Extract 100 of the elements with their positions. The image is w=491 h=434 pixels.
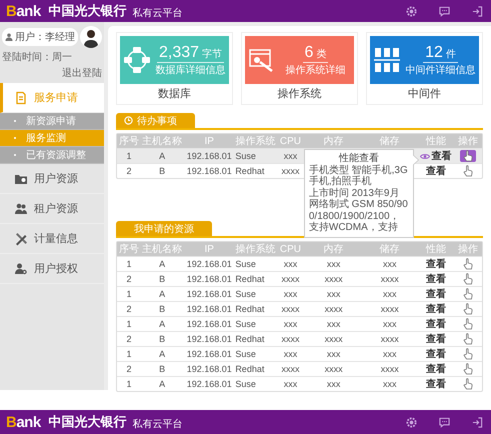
table-cell: 1 <box>126 379 132 389</box>
logout-icon[interactable] <box>472 6 483 16</box>
table-cell: 192.168.01 <box>186 349 232 359</box>
table-cell: xxxx <box>281 334 300 344</box>
view-link[interactable]: 查看 <box>426 302 446 316</box>
hand-pointer-icon <box>462 348 473 360</box>
table-cell: xxxx <box>281 274 300 284</box>
table-cell: xxx <box>382 259 396 269</box>
settings-icon[interactable] <box>406 416 417 428</box>
table-cell: xxx <box>284 259 298 269</box>
logout-link[interactable]: 退出登陆 <box>62 66 102 80</box>
hand-pointer-icon <box>462 165 473 177</box>
bank-name: 中国光大银行 <box>48 413 127 431</box>
view-link[interactable]: 查看 <box>426 347 446 361</box>
table-cell: Suse <box>235 259 256 269</box>
table-cell: Suse <box>235 151 256 161</box>
view-link[interactable]: 查看 <box>431 149 452 163</box>
table-cell: A <box>159 319 166 329</box>
hand-pointer-icon <box>462 363 473 375</box>
table-cell: xxx <box>284 151 298 161</box>
settings-icon[interactable] <box>406 6 417 16</box>
view-link[interactable]: 查看 <box>426 272 446 286</box>
table-cell: 1 <box>126 349 132 359</box>
stat-card[interactable]: 12 件 中间件详细信息 中间件 <box>366 32 483 105</box>
hand-pointer-icon <box>462 150 473 162</box>
hand-pointer-icon <box>462 303 473 315</box>
table-cell: Suse <box>235 319 256 329</box>
table-row[interactable]: 1 A 192.168.01 Suse xxx xxx xxx 查看 <box>117 316 482 331</box>
message-icon[interactable] <box>439 416 450 428</box>
table-row[interactable]: 1 A 192.168.01 Suse xxx xxx xxx 查看 <box>117 376 482 391</box>
stat-value: 12 <box>425 44 443 62</box>
table-cell: xxx <box>284 289 298 299</box>
table-cell: Redhat <box>235 334 264 344</box>
message-icon[interactable] <box>439 6 450 16</box>
view-link[interactable]: 查看 <box>426 164 446 178</box>
table-cell: xxxx <box>380 334 399 344</box>
table-cell: xxx <box>284 379 298 389</box>
logout-icon[interactable] <box>472 416 483 428</box>
stat-card[interactable]: 2,337 字节 数据库详细信息 数据库 <box>116 32 233 105</box>
table-cell: 2 <box>126 364 132 374</box>
stat-value: 2,337 <box>158 44 200 62</box>
table-cell: 192.168.01 <box>186 334 232 344</box>
table-row[interactable]: 2 B 192.168.01 Redhat xxxx xxxx xxxx 查看 <box>117 271 482 286</box>
view-link[interactable]: 查看 <box>426 332 446 346</box>
table-cell: A <box>159 349 166 359</box>
view-link[interactable]: 查看 <box>426 377 446 391</box>
table-cell: xxx <box>382 319 396 329</box>
card-label: 中间件 <box>408 87 441 101</box>
table-cell: xxxx <box>281 166 300 176</box>
table-cell: B <box>159 364 166 374</box>
servers-icon <box>373 46 401 74</box>
user-label: 用户：李经理 <box>2 28 78 46</box>
table-cell: xxxx <box>324 334 343 344</box>
table-row[interactable]: 1 A 192.168.01 Suse xxx xxx xxx 查看 <box>117 286 482 301</box>
table-cell: B <box>159 166 166 176</box>
table-cell: xxx <box>326 349 340 359</box>
table-cell: Suse <box>235 289 256 299</box>
stat-value: 6 <box>304 44 314 62</box>
table-cell: 192.168.01 <box>186 379 232 389</box>
table-cell: 1 <box>126 319 132 329</box>
table-cell: xxxx <box>324 304 343 314</box>
table-row[interactable]: 2 B 192.168.01 Redhat xxxx xxxx xxxx 查看 <box>117 301 482 316</box>
table-row[interactable]: 1 A 192.168.01 Suse xxx xxx xxx 查看 <box>117 346 482 361</box>
table-row[interactable]: 2 B 192.168.01 Redhat xxxx xxxx xxxx 查看 <box>117 361 482 376</box>
stat-card[interactable]: 6 类 操作系统详细 操作系统 <box>241 32 358 105</box>
table-cell: 2 <box>126 274 132 284</box>
table-cell: xxx <box>284 349 298 359</box>
view-link[interactable]: 查看 <box>426 317 446 331</box>
table-row[interactable]: 2 B 192.168.01 Redhat xxxx xxxx xxxx 查看 <box>117 331 482 346</box>
clock-icon <box>124 116 133 125</box>
table-cell: Redhat <box>235 166 264 176</box>
table-cell: A <box>159 379 166 389</box>
people-icon <box>14 202 28 216</box>
table-cell: 1 <box>126 151 132 161</box>
table-cell: Redhat <box>235 274 264 284</box>
view-link[interactable]: 查看 <box>426 287 446 301</box>
user-icon <box>5 33 13 41</box>
stat-caption: 中间件详细信息 <box>406 64 476 76</box>
card-label: 操作系统 <box>278 86 322 101</box>
stat-unit: 件 <box>446 48 456 60</box>
table-cell: Redhat <box>235 304 264 314</box>
hand-pointer-icon <box>462 333 473 345</box>
table-cell: 192.168.01 <box>186 319 232 329</box>
view-link[interactable]: 查看 <box>426 257 446 271</box>
table-cell: 2 <box>126 304 132 314</box>
tooltip-title: 性能查看 <box>338 153 380 164</box>
table-cell: Redhat <box>235 364 264 374</box>
tooltip-line: 网络制式 GSM 850/900/1800/1900/2100，支持WCDMA，支持 <box>308 199 409 234</box>
table-cell: 2 <box>126 166 132 176</box>
table-cell: xxxx <box>380 274 399 284</box>
table-cell: 192.168.01 <box>186 364 232 374</box>
table-cell: xxxx <box>380 304 399 314</box>
hand-pointer-icon <box>462 258 473 270</box>
table-cell: xxx <box>284 319 298 329</box>
table-cell: 192.168.01 <box>186 289 232 299</box>
table-row[interactable]: 1 A 192.168.01 Suse xxx xxx xxx 查看 <box>117 256 482 271</box>
action-button[interactable] <box>460 150 476 162</box>
table-cell: xxx <box>382 289 396 299</box>
view-link[interactable]: 查看 <box>426 362 446 376</box>
table-cell: xxx <box>326 259 340 269</box>
